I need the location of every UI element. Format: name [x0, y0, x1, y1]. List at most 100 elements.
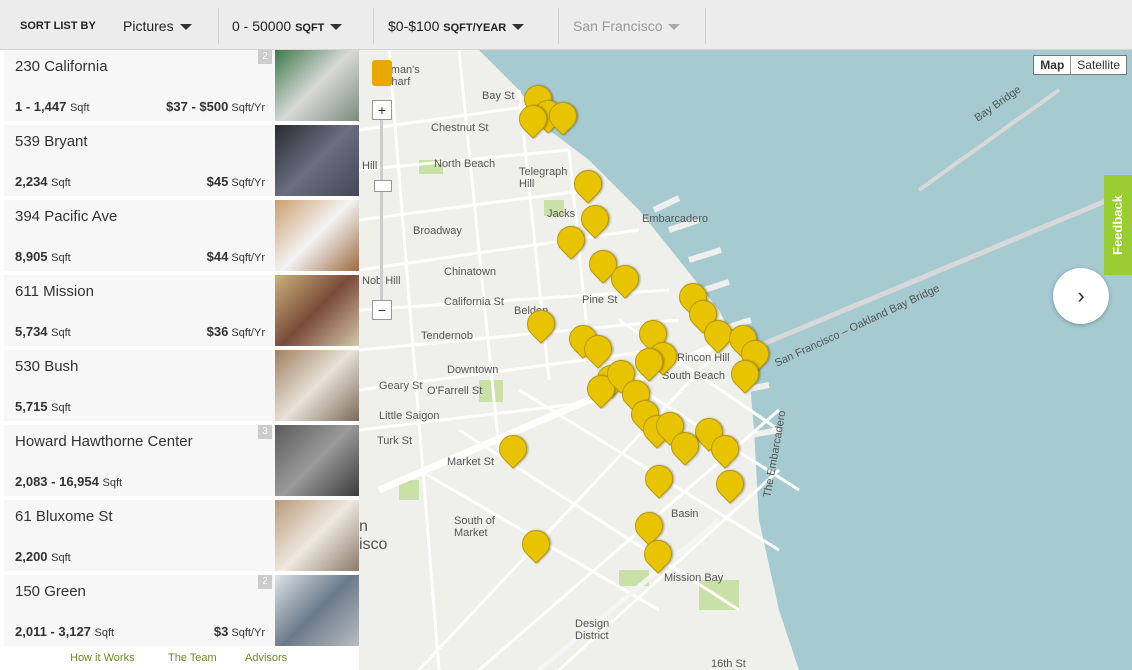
listing-name: Howard Hawthorne Center — [15, 433, 193, 450]
map-label-downtown: Downtown — [447, 364, 499, 376]
size-dropdown[interactable]: 0 - 50000 SQFT — [232, 0, 343, 50]
listing-photo[interactable] — [275, 125, 359, 196]
listing-name: 530 Bush — [15, 358, 79, 375]
sort-dropdown[interactable]: Pictures — [123, 0, 192, 50]
city-dropdown[interactable]: San Francisco — [573, 0, 681, 50]
map-label-mission-bay: Mission Bay — [664, 572, 724, 584]
listing-sqft: 1 - 1,447 Sqft — [15, 99, 90, 114]
photo-count-badge: 3 — [258, 425, 272, 439]
listing-row[interactable]: Howard Hawthorne Center 2,083 - 16,954 Sq… — [4, 425, 359, 498]
listing-name: 611 Mission — [15, 283, 94, 300]
listing-price: $44 Sqft/Yr — [206, 249, 265, 264]
listing-row[interactable]: 539 Bryant 2,234 Sqft $45 Sqft/Yr — [4, 125, 359, 198]
map-label-chestnut-st: Chestnut St — [431, 122, 489, 134]
size-value: 0 - 50000 — [232, 18, 292, 34]
map-label-sf-partial: n isco — [359, 518, 388, 553]
listing-row[interactable]: 394 Pacific Ave 8,905 Sqft $44 Sqft/Yr — [4, 200, 359, 273]
listing-photo[interactable] — [275, 50, 359, 121]
listing-sqft: 8,905 Sqft — [15, 249, 71, 264]
zoom-out-button[interactable]: − — [372, 300, 392, 320]
filter-bar: SORT LIST BY Pictures 0 - 50000 SQFT $0-… — [0, 0, 1132, 50]
listing-photo[interactable] — [275, 350, 359, 421]
listing-photo[interactable] — [275, 275, 359, 346]
map-label-market-st: Market St — [447, 456, 495, 468]
chevron-down-icon — [179, 24, 192, 31]
listing-row[interactable]: 611 Mission 5,734 Sqft $36 Sqft/Yr — [4, 275, 359, 348]
advisors-link[interactable]: Advisors — [245, 652, 287, 664]
map-label-rincon-hill: Rincon Hill — [677, 352, 730, 364]
map-type-toggle: Map Satellite — [1033, 55, 1127, 75]
listing-name: 539 Bryant — [15, 133, 88, 150]
listing-column: 230 California 1 - 1,447 Sqft $37 - $500 S… — [4, 50, 359, 650]
map-label-jackson: Jacks — [547, 208, 576, 220]
divider — [373, 8, 374, 44]
chevron-down-icon — [330, 24, 343, 31]
size-unit: SQFT — [295, 22, 325, 34]
map-label-basin: Basin — [671, 508, 699, 520]
map-label-chinatown: Chinatown — [444, 266, 496, 278]
listing-sqft: 2,200 Sqft — [15, 549, 71, 564]
chevron-down-icon — [668, 24, 681, 31]
map-label-telegraph-hill: Telegraph Hill — [519, 166, 568, 190]
listing-sqft: 2,083 - 16,954 Sqft — [15, 474, 123, 489]
listing-sqft: 2,011 - 3,127 Sqft — [15, 624, 115, 639]
listing-name: 230 California — [15, 58, 108, 75]
satellite-button[interactable]: Satellite — [1071, 56, 1126, 74]
listing-price: $36 Sqft/Yr — [206, 324, 265, 339]
price-value: $0-$100 — [388, 18, 440, 34]
map-label-st16: 16th St — [711, 658, 746, 670]
listing-row[interactable]: 61 Bluxome St 2,200 Sqft — [4, 500, 359, 573]
zoom-in-button[interactable]: + — [372, 100, 392, 120]
divider — [558, 8, 559, 44]
footer: How it Works The Team Advisors — [0, 650, 360, 670]
listing-sqft: 5,715 Sqft — [15, 399, 71, 414]
listing-photo[interactable] — [275, 425, 359, 496]
city-value: San Francisco — [573, 18, 663, 34]
map-label-north-beach: North Beach — [434, 158, 496, 170]
map-label-broadway: Broadway — [413, 225, 462, 237]
map-label-turk-st: Turk St — [377, 435, 413, 447]
map-label-california-st: California St — [444, 296, 504, 308]
listing-photo[interactable] — [275, 500, 359, 571]
listing-name: 61 Bluxome St — [15, 508, 113, 525]
street-view-pegman-icon[interactable] — [372, 60, 392, 86]
feedback-tab[interactable]: Feedback — [1104, 175, 1132, 275]
map-label-south-of-market: South of Market — [454, 515, 495, 539]
map-label-pine-st: Pine St — [582, 294, 618, 306]
map-label-design-district: Design District — [575, 618, 610, 642]
map-label-south-beach: South Beach — [662, 370, 725, 382]
listing-name: 150 Green — [15, 583, 86, 600]
sort-value: Pictures — [123, 18, 174, 34]
listing-price: $45 Sqft/Yr — [206, 174, 265, 189]
sort-label: SORT LIST BY — [20, 20, 96, 32]
price-dropdown[interactable]: $0-$100 SQFT/YEAR — [388, 0, 525, 50]
listing-price: $37 - $500 Sqft/Yr — [166, 99, 265, 114]
chevron-down-icon — [512, 24, 525, 31]
map-label-embarcadero: Embarcadero — [642, 213, 709, 225]
listing-row[interactable]: 230 California 1 - 1,447 Sqft $37 - $500 S… — [4, 50, 359, 123]
map-label-tendernob: Tendernob — [421, 330, 473, 342]
how-it-works-link[interactable]: How it Works — [70, 652, 135, 664]
the-team-link[interactable]: The Team — [168, 652, 217, 664]
listing-row[interactable]: 530 Bush 5,715 Sqft — [4, 350, 359, 423]
price-unit: SQFT/YEAR — [443, 22, 507, 34]
divider — [705, 8, 706, 44]
photo-count-badge: 2 — [258, 50, 272, 64]
photo-count-badge: 2 — [258, 575, 272, 589]
listing-sqft: 5,734 Sqft — [15, 324, 71, 339]
listing-name: 394 Pacific Ave — [15, 208, 118, 225]
listing-row[interactable]: 150 Green 2,011 - 3,127 Sqft $3 Sqft/Yr 2 — [4, 575, 359, 648]
next-arrow-button[interactable]: › — [1053, 268, 1109, 324]
listing-photo[interactable] — [275, 200, 359, 271]
listing-photo[interactable] — [275, 575, 359, 646]
divider — [218, 8, 219, 44]
zoom-slider-track[interactable] — [380, 120, 383, 320]
map-label-little-saigon: Little Saigon — [379, 410, 440, 422]
map-button[interactable]: Map — [1034, 56, 1072, 74]
map-label-bay-st: Bay St — [482, 90, 515, 102]
map-label-ofarrell-st: O'Farrell St — [427, 385, 483, 397]
zoom-slider-handle[interactable] — [374, 180, 392, 192]
map[interactable]: erman's Wharf Bay St Chestnut St North Beac… — [359, 50, 1132, 670]
map-label-geary-st: Geary St — [379, 380, 423, 392]
listing-price: $3 Sqft/Yr — [213, 624, 265, 639]
